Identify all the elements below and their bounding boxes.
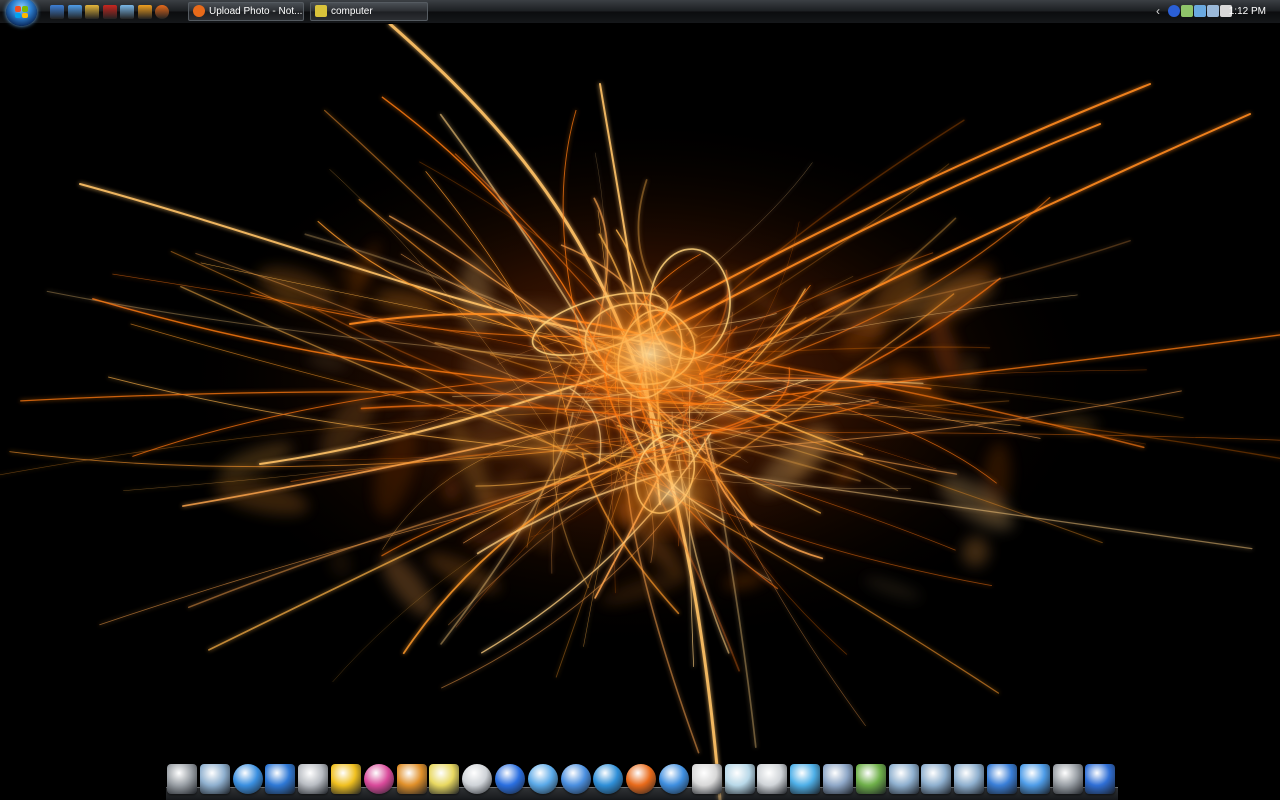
utilities-folder-icon[interactable]: [199, 764, 230, 794]
music-folder-icon[interactable]: [921, 764, 952, 794]
firefox-icon[interactable]: [626, 764, 657, 794]
linux-tux-icon[interactable]: [331, 764, 361, 794]
system-preferences-icon[interactable]: [1052, 764, 1083, 794]
start-button[interactable]: [6, 0, 37, 26]
app-store-blue-icon[interactable]: [1085, 764, 1116, 794]
windows-flag-icon: [15, 6, 28, 18]
quicktime-icon[interactable]: [560, 764, 591, 794]
folder-icon: [315, 5, 327, 17]
word-processor-icon[interactable]: [790, 764, 821, 794]
taskbar-button-computer[interactable]: computer: [310, 2, 428, 21]
finder-icon[interactable]: [987, 764, 1017, 794]
itunes-icon[interactable]: [527, 764, 558, 794]
7zip-icon[interactable]: [691, 764, 722, 794]
trash-icon[interactable]: [167, 764, 197, 794]
colorful-ball-icon[interactable]: [363, 764, 394, 794]
messenger-icon[interactable]: [120, 5, 134, 19]
stamp-icon[interactable]: [757, 764, 788, 794]
internet-explorer-icon[interactable]: [659, 764, 689, 794]
flash-icon[interactable]: [102, 5, 117, 19]
screens-icon[interactable]: [1019, 764, 1050, 794]
folder-icon[interactable]: [85, 5, 99, 19]
media-player-icon[interactable]: [137, 5, 152, 19]
display-icon[interactable]: [1207, 5, 1219, 17]
taskbar-button-label: computer: [331, 6, 373, 17]
taskbar: Upload Photo - Not... computer ‹ 1:12 PM: [0, 0, 1280, 26]
network-icon[interactable]: [1194, 5, 1206, 17]
pictures-folder-icon[interactable]: [954, 764, 985, 794]
notes-paint-icon[interactable]: [429, 764, 460, 794]
globe-icon[interactable]: [232, 764, 263, 794]
firefox-icon: [193, 5, 205, 17]
taskbar-button-upload-photo[interactable]: Upload Photo - Not...: [188, 2, 304, 21]
firefox-icon[interactable]: [155, 5, 169, 19]
application-dock: [166, 762, 1118, 800]
library-folder-icon[interactable]: [888, 764, 919, 794]
network-globe-icon[interactable]: [1168, 5, 1180, 17]
app-store-icon[interactable]: [298, 764, 329, 794]
windows-icon[interactable]: [265, 764, 296, 794]
notepad-icon[interactable]: [724, 764, 755, 794]
system-tray: ‹ 1:12 PM: [1150, 0, 1280, 24]
webcam-icon[interactable]: [462, 764, 493, 794]
clock[interactable]: 1:12 PM: [1229, 0, 1266, 23]
mail-icon[interactable]: [396, 764, 427, 794]
downloads-icon[interactable]: [855, 764, 886, 794]
safely-remove-icon[interactable]: [1181, 5, 1193, 17]
laptop-icon[interactable]: [823, 764, 853, 794]
media-play-icon[interactable]: [495, 764, 525, 794]
switch-windows-icon[interactable]: [67, 5, 82, 19]
show-hidden-icons-chevron-icon[interactable]: ‹: [1156, 4, 1160, 18]
desktop-wallpaper: [0, 24, 1280, 800]
taskbar-button-label: Upload Photo - Not...: [209, 6, 303, 17]
show-desktop-icon[interactable]: [50, 5, 64, 19]
